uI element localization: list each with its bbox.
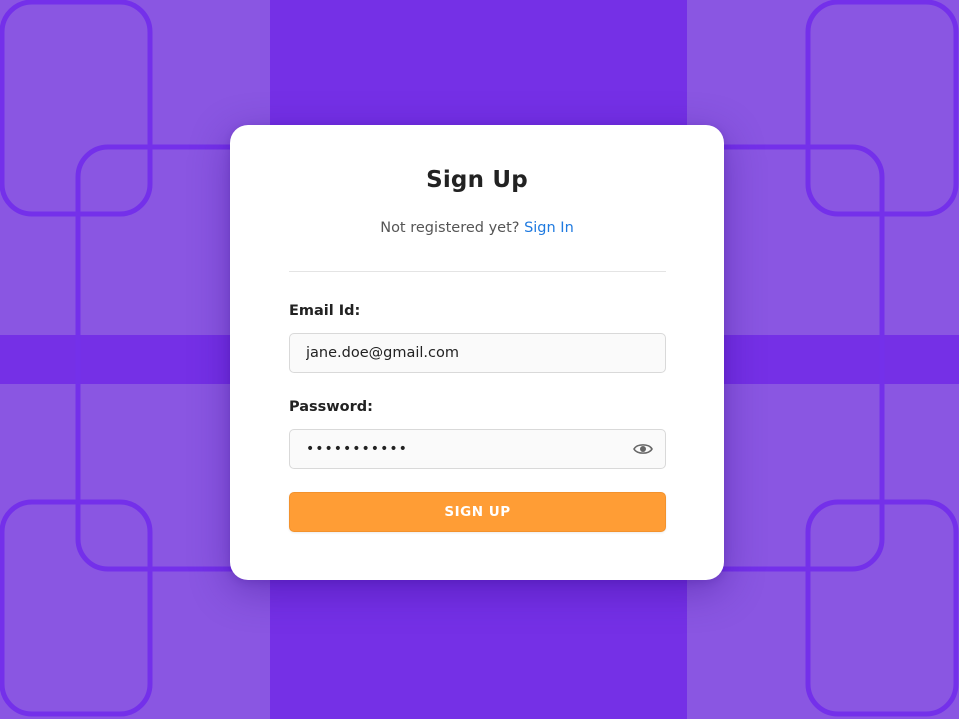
eye-icon[interactable]: [633, 442, 653, 456]
email-label: Email Id:: [289, 303, 361, 319]
password-label: Password:: [289, 399, 373, 415]
password-field-box: [289, 429, 666, 469]
email-field[interactable]: [290, 334, 610, 372]
signin-link[interactable]: Sign In: [524, 220, 574, 236]
signup-button[interactable]: SIGN UP: [289, 492, 666, 532]
signup-card: Sign Up Not registered yet? Sign In Emai…: [230, 125, 724, 580]
page-title: Sign Up: [426, 167, 528, 193]
signin-prompt: Not registered yet? Sign In: [230, 220, 724, 236]
divider: [289, 271, 666, 272]
email-field-box: [289, 333, 666, 373]
signin-prompt-text: Not registered yet?: [380, 220, 520, 236]
password-field[interactable]: [290, 430, 610, 468]
